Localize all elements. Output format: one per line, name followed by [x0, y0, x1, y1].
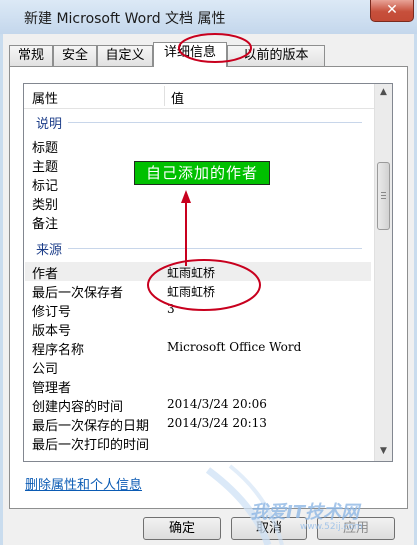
- row-manager[interactable]: 管理者: [25, 376, 371, 396]
- row-last-saved-by[interactable]: 最后一次保存者 虹雨虹桥: [25, 281, 371, 301]
- row-name: 版本号: [32, 324, 72, 339]
- property-list[interactable]: 属性 值 说明 标题 主题 标记 类别 备注 来源 作者 虹雨虹桥 最后一次保存…: [23, 83, 393, 462]
- row-value: 虹雨虹桥: [167, 285, 216, 299]
- row-comments[interactable]: 备注: [25, 212, 371, 232]
- dialog-client: 常规 安全 自定义 详细信息 以前的版本 属性 值 说明 标题 主题 标记 类别: [3, 34, 414, 545]
- column-header-property[interactable]: 属性: [32, 88, 58, 107]
- row-version-number[interactable]: 版本号: [25, 319, 371, 339]
- row-name: 备注: [32, 217, 59, 232]
- row-name: 标题: [32, 141, 59, 156]
- row-name: 作者: [32, 267, 59, 282]
- scroll-down-icon[interactable]: ▼: [375, 443, 392, 460]
- row-name: 公司: [32, 362, 59, 377]
- close-icon: ✕: [386, 2, 398, 18]
- row-content-created[interactable]: 创建内容的时间 2014/3/24 20:06: [25, 395, 371, 415]
- list-header: 属性 值: [24, 84, 374, 109]
- row-company[interactable]: 公司: [25, 357, 371, 377]
- row-program-name[interactable]: 程序名称 Microsoft Office Word: [25, 338, 371, 358]
- remove-properties-link[interactable]: 删除属性和个人信息: [25, 474, 142, 493]
- row-revision-number[interactable]: 修订号 3: [25, 300, 371, 320]
- annotation-callout: 自己添加的作者: [134, 161, 270, 185]
- row-value: Microsoft Office Word: [167, 340, 302, 354]
- grip-line: [381, 195, 386, 196]
- row-name: 标记: [32, 179, 59, 194]
- section-divider: [68, 122, 362, 123]
- row-author[interactable]: 作者 虹雨虹桥: [25, 262, 371, 282]
- row-name: 创建内容的时间: [32, 400, 124, 415]
- section-description: 说明: [36, 117, 63, 132]
- row-name: 主题: [32, 160, 59, 175]
- row-name: 类别: [32, 198, 59, 213]
- tab-previous-versions[interactable]: 以前的版本: [227, 45, 325, 66]
- row-value: 2014/3/24 20:13: [167, 416, 267, 430]
- tab-security[interactable]: 安全: [53, 45, 97, 66]
- row-name: 程序名称: [32, 343, 85, 358]
- grip-line: [381, 192, 386, 193]
- tab-general[interactable]: 常规: [9, 45, 53, 66]
- row-value: 2014/3/24 20:06: [167, 397, 267, 411]
- section-divider: [68, 248, 362, 249]
- row-name: 最后一次保存的日期: [32, 419, 150, 434]
- row-name: 管理者: [32, 381, 72, 396]
- row-value: 虹雨虹桥: [167, 266, 216, 280]
- ok-button[interactable]: 确定: [143, 517, 221, 540]
- section-origin: 来源: [36, 243, 63, 258]
- apply-button[interactable]: 应用: [317, 517, 395, 540]
- row-name: 最后一次保存者: [32, 286, 124, 301]
- row-date-last-saved[interactable]: 最后一次保存的日期 2014/3/24 20:13: [25, 414, 371, 434]
- window-title: 新建 Microsoft Word 文档 属性: [24, 11, 226, 27]
- row-value: 3: [167, 302, 175, 316]
- close-button[interactable]: ✕: [370, 0, 414, 22]
- tab-details[interactable]: 详细信息: [153, 42, 227, 67]
- scroll-up-icon[interactable]: ▲: [375, 84, 392, 101]
- scroll-thumb[interactable]: [377, 162, 390, 230]
- cancel-button[interactable]: 取消: [231, 517, 307, 540]
- tab-custom[interactable]: 自定义: [97, 45, 153, 66]
- row-title[interactable]: 标题: [25, 136, 371, 156]
- column-header-value[interactable]: 值: [171, 88, 184, 107]
- row-last-printed[interactable]: 最后一次打印的时间: [25, 433, 371, 453]
- column-divider[interactable]: [164, 86, 165, 106]
- row-name: 修订号: [32, 305, 72, 320]
- row-category[interactable]: 类别: [25, 193, 371, 213]
- grip-line: [381, 198, 386, 199]
- vertical-scrollbar[interactable]: ▲ ▼: [374, 84, 392, 461]
- row-name: 最后一次打印的时间: [32, 438, 150, 453]
- title-bar: 新建 Microsoft Word 文档 属性 ✕: [0, 0, 417, 34]
